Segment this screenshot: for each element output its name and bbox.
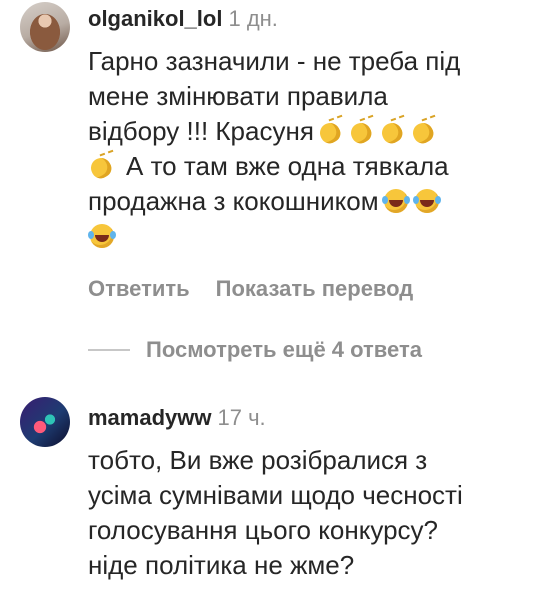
clapping-hands-icon: [88, 152, 116, 180]
comment-text: Гарно зазначили - не треба під мене змін…: [88, 44, 528, 254]
timestamp: 1 дн.: [228, 6, 278, 31]
view-replies-button[interactable]: Посмотреть ещё 4 ответа: [88, 337, 422, 363]
tears-of-joy-icon: [381, 187, 410, 215]
divider-line: [88, 349, 130, 351]
comment-line: мене змінювати правила: [88, 81, 388, 111]
comment-meta: mamadyww 17 ч.: [88, 405, 266, 431]
comment-line: Гарно зазначили - не треба під: [88, 46, 461, 76]
comment-line: усіма сумнівами щодо чесності: [88, 480, 463, 510]
comment-text: тобто, Ви вже розібралися з усіма сумнів…: [88, 443, 528, 583]
comment-line-with-emoji: А то там вже одна тявкала: [88, 149, 528, 184]
comment-line: тобто, Ви вже розібралися з: [88, 445, 428, 475]
comment-line-with-emoji: відбору !!! Красуня: [88, 114, 528, 149]
timestamp: 17 ч.: [217, 405, 266, 430]
clapping-hands-icon: [317, 117, 345, 145]
show-translation-button[interactable]: Показать перевод: [216, 276, 414, 301]
comment-line: ніде політика не жме?: [88, 550, 355, 580]
clapping-hands-icon: [348, 117, 376, 145]
username[interactable]: olganikol_lol: [88, 6, 222, 31]
tears-of-joy-icon: [412, 187, 441, 215]
comment-meta: olganikol_lol 1 дн.: [88, 6, 278, 32]
clapping-hands-icon: [410, 117, 438, 145]
tears-of-joy-icon: [88, 222, 116, 250]
avatar[interactable]: [20, 397, 70, 447]
reply-button[interactable]: Ответить: [88, 276, 190, 301]
avatar[interactable]: [20, 2, 70, 52]
comment-line-with-emoji: продажна з кокошником: [88, 184, 528, 219]
comment-line-with-emoji: [88, 219, 528, 254]
clapping-hands-icon: [379, 117, 407, 145]
username[interactable]: mamadyww: [88, 405, 212, 430]
comment-actions: Ответить Показать перевод: [88, 276, 413, 302]
view-replies-label: Посмотреть ещё 4 ответа: [146, 337, 422, 362]
comment-line: голосування цього конкурсу?: [88, 515, 438, 545]
